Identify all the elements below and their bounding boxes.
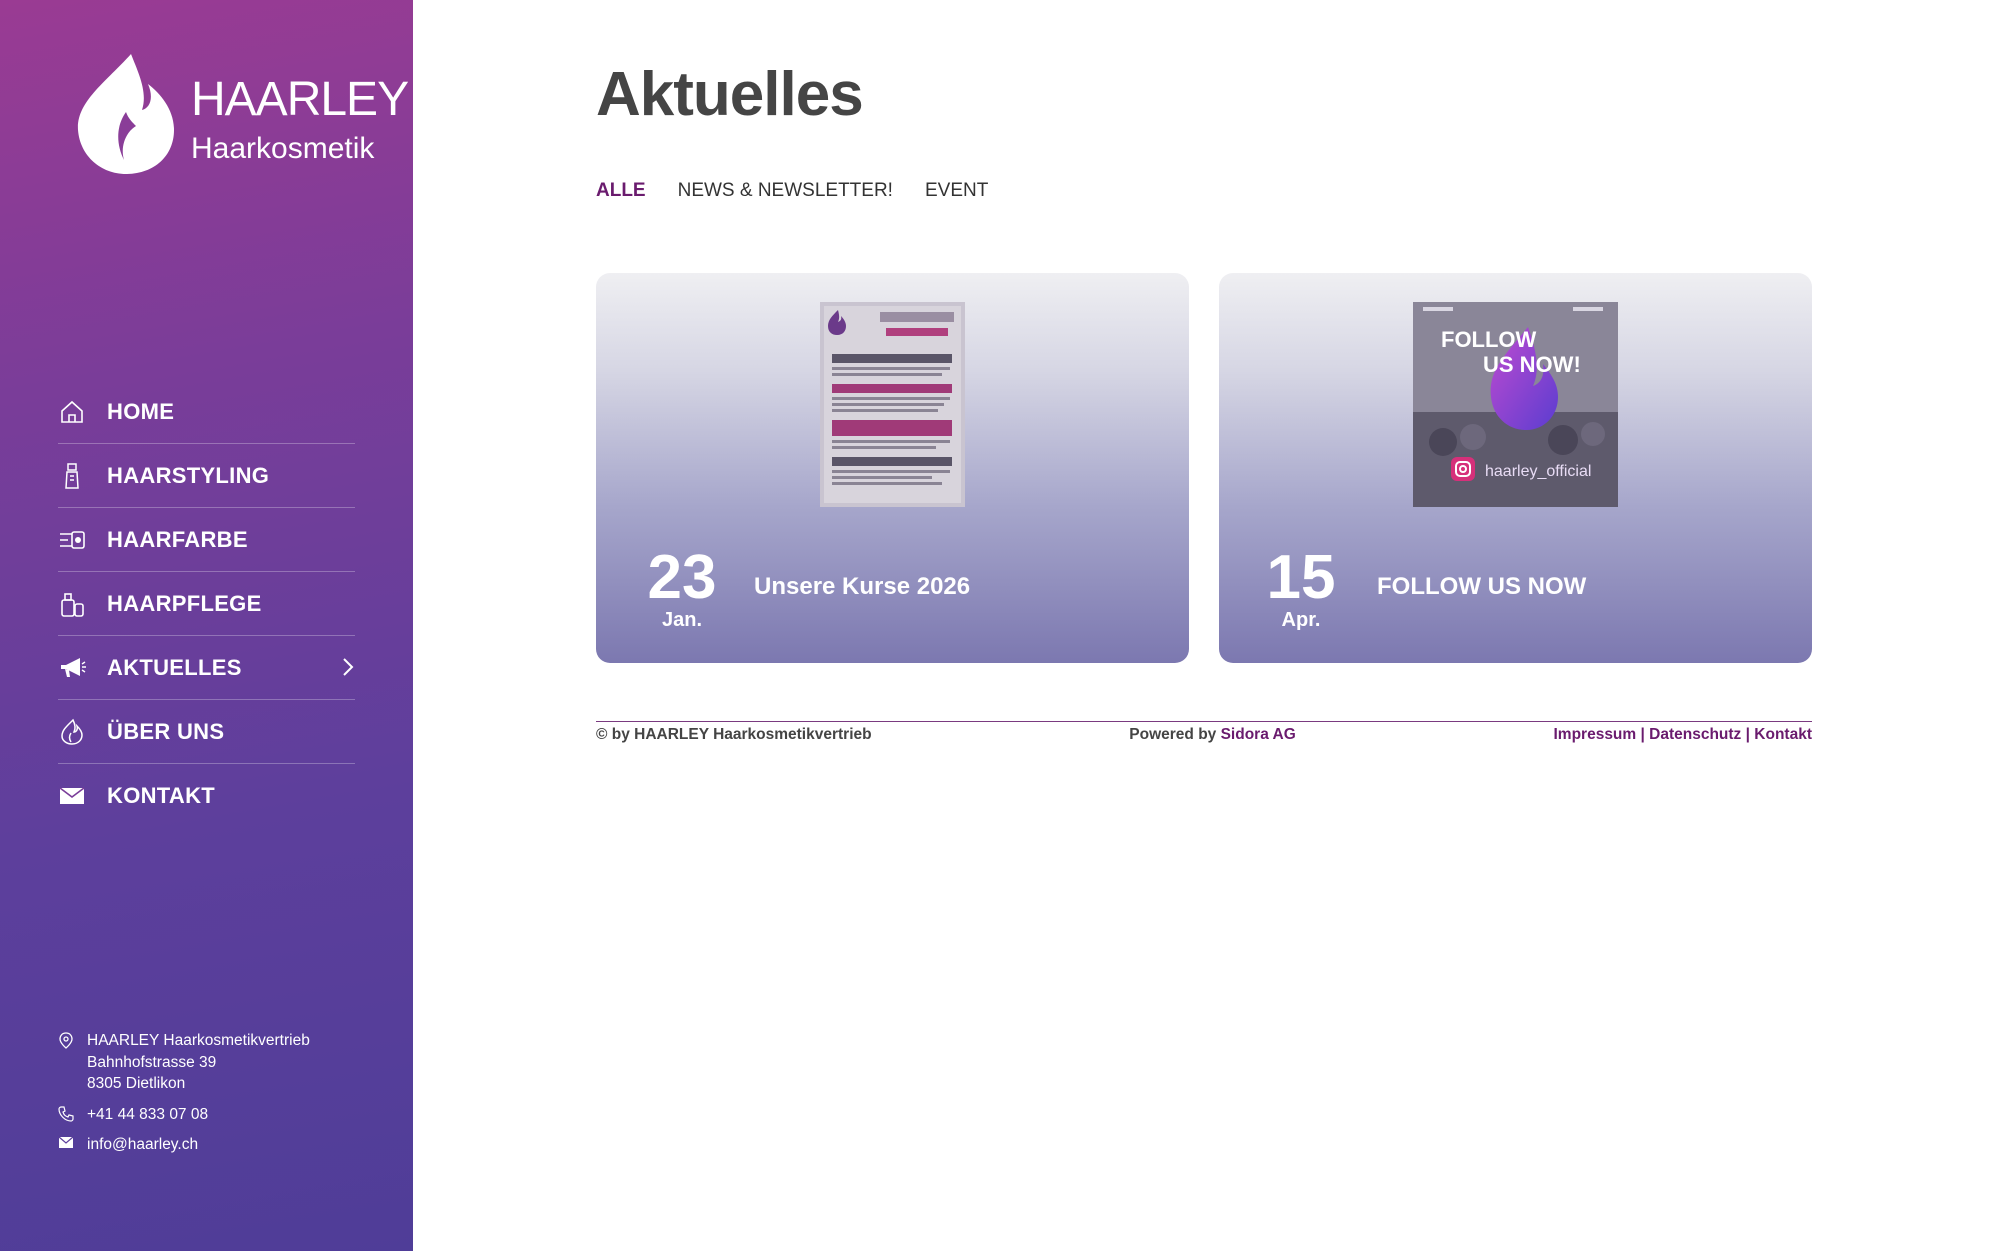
footer-link-impressum[interactable]: Impressum <box>1553 726 1636 743</box>
footer-separator: | <box>1745 726 1750 743</box>
nav-label: KONTAKT <box>107 782 216 808</box>
post-day: 15 <box>1266 543 1336 612</box>
page-title: Aktuelles <box>596 60 864 129</box>
footer-powered-prefix: Powered by <box>1129 726 1217 743</box>
post-title[interactable]: FOLLOW US NOW <box>1377 573 1586 601</box>
contact-address: HAARLEY Haarkosmetikvertrieb Bahnhofstra… <box>58 1030 378 1095</box>
contact-info: HAARLEY Haarkosmetikvertrieb Bahnhofstra… <box>58 1030 378 1165</box>
envelope-icon <box>58 1134 87 1149</box>
main-nav: HOME HAARSTYLING HAARFARBE HAARPFLEGE AK… <box>58 380 355 827</box>
mail-icon <box>58 782 86 810</box>
footer-link-datenschutz[interactable]: Datenschutz <box>1649 726 1741 743</box>
footer-sidora-link[interactable]: Sidora AG <box>1221 726 1296 743</box>
svg-text:US NOW!: US NOW! <box>1483 352 1581 377</box>
nav-item-haarfarbe[interactable]: HAARFARBE <box>58 508 355 572</box>
brand-logo[interactable]: HAARLEY Haarkosmetik <box>76 52 409 178</box>
post-title[interactable]: Unsere Kurse 2026 <box>754 573 970 601</box>
location-pin-icon <box>58 1030 87 1050</box>
contact-phone[interactable]: +41 44 833 07 08 <box>58 1104 378 1126</box>
nav-label: AKTUELLES <box>107 654 242 680</box>
nav-item-haarstyling[interactable]: HAARSTYLING <box>58 444 355 508</box>
flame-icon <box>58 718 86 746</box>
nav-item-haarpflege[interactable]: HAARPFLEGE <box>58 572 355 636</box>
contact-email[interactable]: info@haarley.ch <box>58 1134 378 1156</box>
color-icon <box>58 526 86 554</box>
brand-name: HAARLEY <box>191 73 409 126</box>
home-icon <box>58 398 86 426</box>
flame-logo-icon <box>77 54 174 174</box>
nav-item-kontakt[interactable]: KONTAKT <box>58 764 355 827</box>
contact-street: Bahnhofstrasse 39 <box>87 1053 217 1071</box>
footer: © by HAARLEY Haarkosmetikvertrieb Powere… <box>596 721 1812 744</box>
nav-label: HAARFARBE <box>107 526 248 552</box>
phone-icon <box>58 1104 87 1122</box>
brand-subtitle: Haarkosmetik <box>191 132 375 165</box>
contact-city: 8305 Dietlikon <box>87 1075 186 1092</box>
contact-company: HAARLEY Haarkosmetikvertrieb <box>87 1032 310 1049</box>
sidebar: HAARLEY Haarkosmetik HOME HAARSTYLING HA… <box>0 0 413 1251</box>
post-card[interactable]: FOLLOW US NOW! haarley_official 15 Apr. … <box>1219 273 1812 663</box>
footer-powered: Powered by Sidora AG <box>1129 726 1296 744</box>
nav-label: HAARSTYLING <box>107 462 270 488</box>
nav-label: ÜBER UNS <box>107 718 225 744</box>
svg-text:haarley_official: haarley_official <box>1485 463 1591 480</box>
contact-email-value: info@haarley.ch <box>87 1136 199 1153</box>
nav-item-ueber-uns[interactable]: ÜBER UNS <box>58 700 355 764</box>
styling-icon <box>58 462 86 490</box>
filter-alle[interactable]: ALLE <box>596 180 646 202</box>
nav-item-home[interactable]: HOME <box>58 380 355 444</box>
footer-link-kontakt[interactable]: Kontakt <box>1754 726 1812 743</box>
nav-item-aktuelles[interactable]: AKTUELLES <box>58 636 355 700</box>
post-thumbnail-flyer <box>820 302 965 507</box>
megaphone-icon <box>58 654 86 682</box>
nav-label: HAARPFLEGE <box>107 590 262 616</box>
svg-text:FOLLOW: FOLLOW <box>1441 327 1537 352</box>
nav-label: HOME <box>107 398 175 424</box>
post-card[interactable]: 23 Jan. Unsere Kurse 2026 <box>596 273 1189 663</box>
post-month: Jan. <box>661 609 703 631</box>
post-month: Apr. <box>1281 609 1321 631</box>
footer-copyright: © by HAARLEY Haarkosmetikvertrieb <box>596 726 872 743</box>
post-day: 23 <box>647 543 717 612</box>
filter-event[interactable]: EVENT <box>925 180 988 202</box>
chevron-right-icon[interactable] <box>341 656 355 684</box>
care-icon <box>58 590 86 618</box>
post-thumbnail-follow: FOLLOW US NOW! haarley_official <box>1413 302 1618 507</box>
category-filters: ALLE NEWS & NEWSLETTER! EVENT <box>596 180 988 202</box>
filter-news-newsletter[interactable]: NEWS & NEWSLETTER! <box>678 180 893 202</box>
footer-separator: | <box>1640 726 1645 743</box>
contact-phone-value: +41 44 833 07 08 <box>87 1105 209 1123</box>
footer-links: Impressum | Datenschutz | Kontakt <box>1553 726 1812 744</box>
